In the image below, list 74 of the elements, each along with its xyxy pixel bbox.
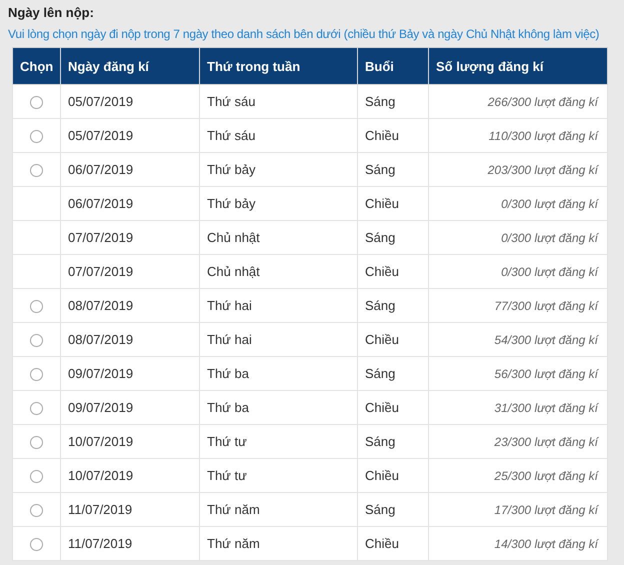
table-cell: 54/300 lượt đăng kí [428,322,608,356]
table-cell: Thứ bảy [200,152,358,186]
table-cell: 11/07/2019 [60,492,200,526]
column-header: Buổi [358,48,428,84]
table-cell: Chiều [358,390,428,424]
table-cell: 09/07/2019 [60,356,200,390]
section-heading: Ngày lên nộp: [7,4,95,22]
radio-button[interactable] [30,164,43,178]
table-cell: 05/07/2019 [60,84,200,118]
table-cell: Sáng [358,84,428,118]
table-cell: Sáng [358,356,428,390]
table-cell: Sáng [358,492,428,526]
table-cell: 0/300 lượt đăng kí [428,254,608,288]
table-cell: 0/300 lượt đăng kí [428,220,608,254]
column-header: Chọn [12,48,60,84]
radio-button[interactable] [30,300,43,314]
radio-button[interactable] [30,504,43,518]
table-cell: 266/300 lượt đăng kí [428,84,608,118]
table-cell: Chiều [358,254,428,288]
table-cell: Thứ hai [200,322,358,356]
radio-button[interactable] [30,334,43,348]
table-cell: Sáng [358,220,428,254]
radio-button[interactable] [30,402,43,416]
table-cell: Thứ ba [200,356,358,390]
table-cell: 203/300 lượt đăng kí [428,152,608,186]
instruction-text: Vui lòng chọn ngày đi nộp trong 7 ngày theo danh sách bên dưới (chiều thứ Bảy và ngày Chủ Nhật không làm việc) [7,26,600,43]
table-cell: Sáng [358,152,428,186]
table-cell: Chủ nhật [200,220,358,254]
table-cell: Thứ sáu [200,84,358,118]
table-cell: 09/07/2019 [60,390,200,424]
table-cell: 06/07/2019 [60,152,200,186]
table-cell: 0/300 lượt đăng kí [428,186,608,220]
table-cell: 07/07/2019 [60,254,200,288]
table-cell: Chiều [358,186,428,220]
table-cell: Thứ sáu [200,118,358,152]
table-cell: Thứ tư [200,458,358,492]
table-cell: 08/07/2019 [60,322,200,356]
radio-button[interactable] [30,96,43,110]
table-cell: 31/300 lượt đăng kí [428,390,608,424]
column-header: Ngày đăng kí [60,48,200,84]
table-cell: 07/07/2019 [60,220,200,254]
table-cell: 14/300 lượt đăng kí [428,526,608,560]
table-cell: Chiều [358,118,428,152]
table-cell: Thứ ba [200,390,358,424]
table-cell: 11/07/2019 [60,526,200,560]
radio-button[interactable] [30,436,43,450]
table-cell: 10/07/2019 [60,458,200,492]
table-cell: Chiều [358,526,428,560]
table-cell: Thứ hai [200,288,358,322]
radio-button[interactable] [30,130,43,144]
table-cell: Thứ năm [200,492,358,526]
radio-button[interactable] [30,538,43,552]
column-header: Số lượng đăng kí [428,48,608,84]
column-header: Thứ trong tuần [200,48,358,84]
table-cell: 110/300 lượt đăng kí [428,118,608,152]
table-cell: 56/300 lượt đăng kí [428,356,608,390]
table-cell: 77/300 lượt đăng kí [428,288,608,322]
table-cell: 23/300 lượt đăng kí [428,424,608,458]
table-cell: Chủ nhật [200,254,358,288]
table-cell: Thứ năm [200,526,358,560]
table-cell: Sáng [358,288,428,322]
radio-button[interactable] [30,368,43,382]
table-cell: 25/300 lượt đăng kí [428,458,608,492]
table-cell: 10/07/2019 [60,424,200,458]
table-cell: 05/07/2019 [60,118,200,152]
radio-button[interactable] [30,470,43,484]
table-cell: Thứ tư [200,424,358,458]
table-cell: 08/07/2019 [60,288,200,322]
table-cell: 06/07/2019 [60,186,200,220]
table-cell: Chiều [358,458,428,492]
table-cell: Thứ bảy [200,186,358,220]
table-cell: 17/300 lượt đăng kí [428,492,608,526]
table-cell: Chiều [358,322,428,356]
table-cell: Sáng [358,424,428,458]
